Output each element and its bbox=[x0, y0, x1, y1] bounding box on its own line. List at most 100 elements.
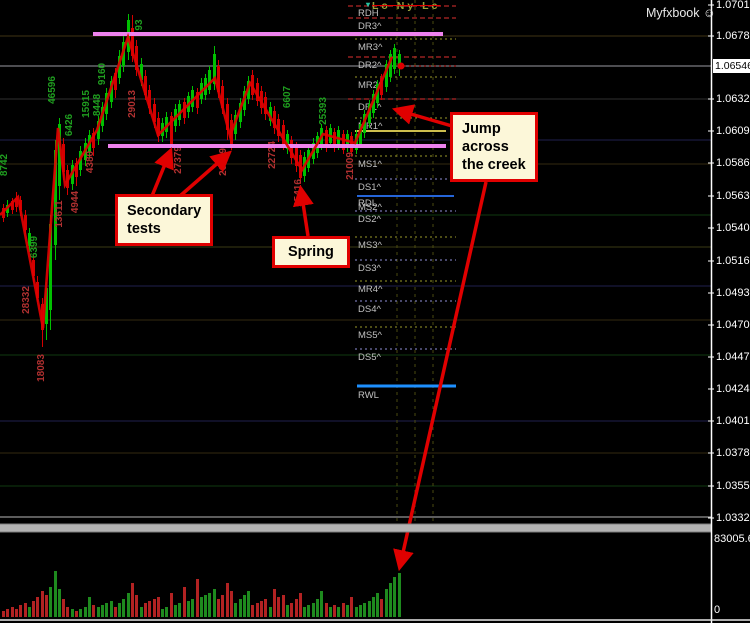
volume-count-label: 29013 bbox=[127, 90, 138, 118]
volume-bar bbox=[153, 599, 156, 617]
volume-bar bbox=[114, 607, 117, 617]
annotation-arrow bbox=[150, 147, 174, 197]
volume-count-label: 8742 bbox=[0, 153, 10, 176]
price-tick-label: 1.04475 bbox=[716, 351, 750, 363]
annotation-line: Spring bbox=[288, 244, 334, 260]
annotation-secondary-tests[interactable]: Secondary tests bbox=[115, 194, 214, 247]
volume-bar bbox=[295, 599, 298, 617]
volume-bar bbox=[350, 597, 353, 617]
volume-bar bbox=[49, 587, 52, 617]
volume-bar bbox=[11, 607, 14, 617]
volume-bar bbox=[45, 595, 48, 617]
annotation-arrow bbox=[292, 184, 314, 237]
myfxbook-watermark: Myfxbook ☺ bbox=[646, 6, 716, 20]
volume-bar bbox=[165, 607, 168, 617]
volume-bar bbox=[28, 607, 31, 617]
pivot-label-DS4: DS4^ bbox=[358, 304, 381, 315]
volume-bar bbox=[230, 591, 233, 617]
current-price-dot bbox=[397, 62, 405, 70]
pane-separator bbox=[0, 524, 711, 532]
volume-bar bbox=[243, 595, 246, 617]
volume-count-label: 4944 bbox=[70, 190, 81, 213]
annotation-line: across bbox=[462, 139, 509, 156]
volume-count-label: 9160 bbox=[97, 62, 108, 85]
annotation-line: Jump bbox=[462, 121, 501, 137]
volume-bar bbox=[118, 603, 121, 617]
volume-count-label: 13611 bbox=[54, 200, 65, 228]
volume-bar bbox=[368, 601, 371, 617]
volume-bar bbox=[24, 603, 27, 617]
volume-bar bbox=[41, 591, 44, 617]
candle-body bbox=[208, 70, 211, 90]
volume-bar bbox=[333, 605, 336, 617]
volume-count-label: 4380 bbox=[85, 150, 96, 173]
price-tick-label: 1.04705 bbox=[716, 319, 750, 331]
volume-bar bbox=[376, 593, 379, 617]
volume-bar bbox=[157, 597, 160, 617]
annotation-arrow bbox=[393, 181, 488, 572]
volume-bar bbox=[260, 601, 263, 617]
volume-bar bbox=[221, 595, 224, 617]
volume-bar bbox=[363, 603, 366, 617]
volume-bar bbox=[187, 601, 190, 617]
pivot-label-MS3: MS3^ bbox=[358, 240, 383, 251]
price-tick-label: 1.04935 bbox=[716, 287, 750, 299]
pivot-label-DS1: DS1^ bbox=[358, 182, 381, 193]
volume-bar bbox=[105, 603, 108, 617]
annotation-jump-across-creek[interactable]: Jump across the creek bbox=[450, 112, 538, 183]
volume-bar bbox=[200, 597, 203, 617]
volume-bar bbox=[170, 593, 173, 617]
annotation-line: the creek bbox=[462, 157, 526, 174]
price-tick-label: 1.05165 bbox=[716, 255, 750, 267]
session-markers: ▾ Lo Ny Lc bbox=[366, 0, 440, 12]
annotation-line: Secondary bbox=[127, 203, 202, 219]
volume-bar bbox=[79, 609, 82, 617]
volume-bar bbox=[208, 593, 211, 617]
volume-bar bbox=[62, 599, 65, 617]
volume-bar bbox=[359, 605, 362, 617]
volume-bar bbox=[234, 603, 237, 617]
volume-count-label: 27379 bbox=[173, 146, 184, 174]
volume-bar bbox=[97, 607, 100, 617]
volume-bar bbox=[247, 591, 250, 617]
volume-bar bbox=[71, 609, 74, 617]
volume-bar bbox=[251, 605, 254, 617]
chart-canvas[interactable]: RDHDR3^MR3^DR2^MR2^DR1^MR1^MS1^DS1^RDLMS… bbox=[0, 0, 750, 623]
volume-bar bbox=[329, 607, 332, 617]
price-tick-label: 1.03785 bbox=[716, 447, 750, 459]
annotation-spring[interactable]: Spring bbox=[272, 236, 350, 269]
volume-bar bbox=[385, 589, 388, 617]
volume-bar bbox=[58, 589, 61, 617]
pivot-label-DR3: DR3^ bbox=[358, 21, 382, 32]
volume-bar bbox=[337, 607, 340, 617]
volume-bar bbox=[148, 601, 151, 617]
volume-bar bbox=[393, 577, 396, 617]
volume-bar bbox=[290, 603, 293, 617]
volume-count-label: 46596 bbox=[47, 76, 58, 104]
volume-bar bbox=[316, 599, 319, 617]
price-tick-label: 1.06780 bbox=[716, 30, 750, 42]
volume-bar bbox=[183, 587, 186, 617]
volume-bar bbox=[191, 599, 194, 617]
volume-bar bbox=[320, 591, 323, 617]
volume-bar bbox=[19, 605, 22, 617]
price-tick-label: 1.04015 bbox=[716, 415, 750, 427]
pivot-label-DR2: DR2^ bbox=[358, 60, 382, 71]
volume-bar bbox=[161, 609, 164, 617]
volume-bar bbox=[226, 583, 229, 617]
volume-bar bbox=[398, 573, 401, 617]
volume-count-label: 28332 bbox=[21, 286, 32, 314]
volume-bar bbox=[122, 599, 125, 617]
volume-scale-min: 0 bbox=[714, 604, 721, 616]
volume-count-label: 18083 bbox=[36, 354, 47, 382]
volume-bar bbox=[92, 605, 95, 617]
volume-count-label: 25393 bbox=[318, 97, 329, 125]
price-tick-label: 1.04245 bbox=[716, 383, 750, 395]
volume-bar bbox=[282, 595, 285, 617]
volume-bar bbox=[84, 607, 87, 617]
volume-bar bbox=[213, 589, 216, 617]
volume-bar bbox=[66, 607, 69, 617]
volume-count-label: 15915 bbox=[81, 90, 92, 118]
volume-bar bbox=[342, 603, 345, 617]
volume-count-label: 6607 bbox=[282, 85, 293, 108]
